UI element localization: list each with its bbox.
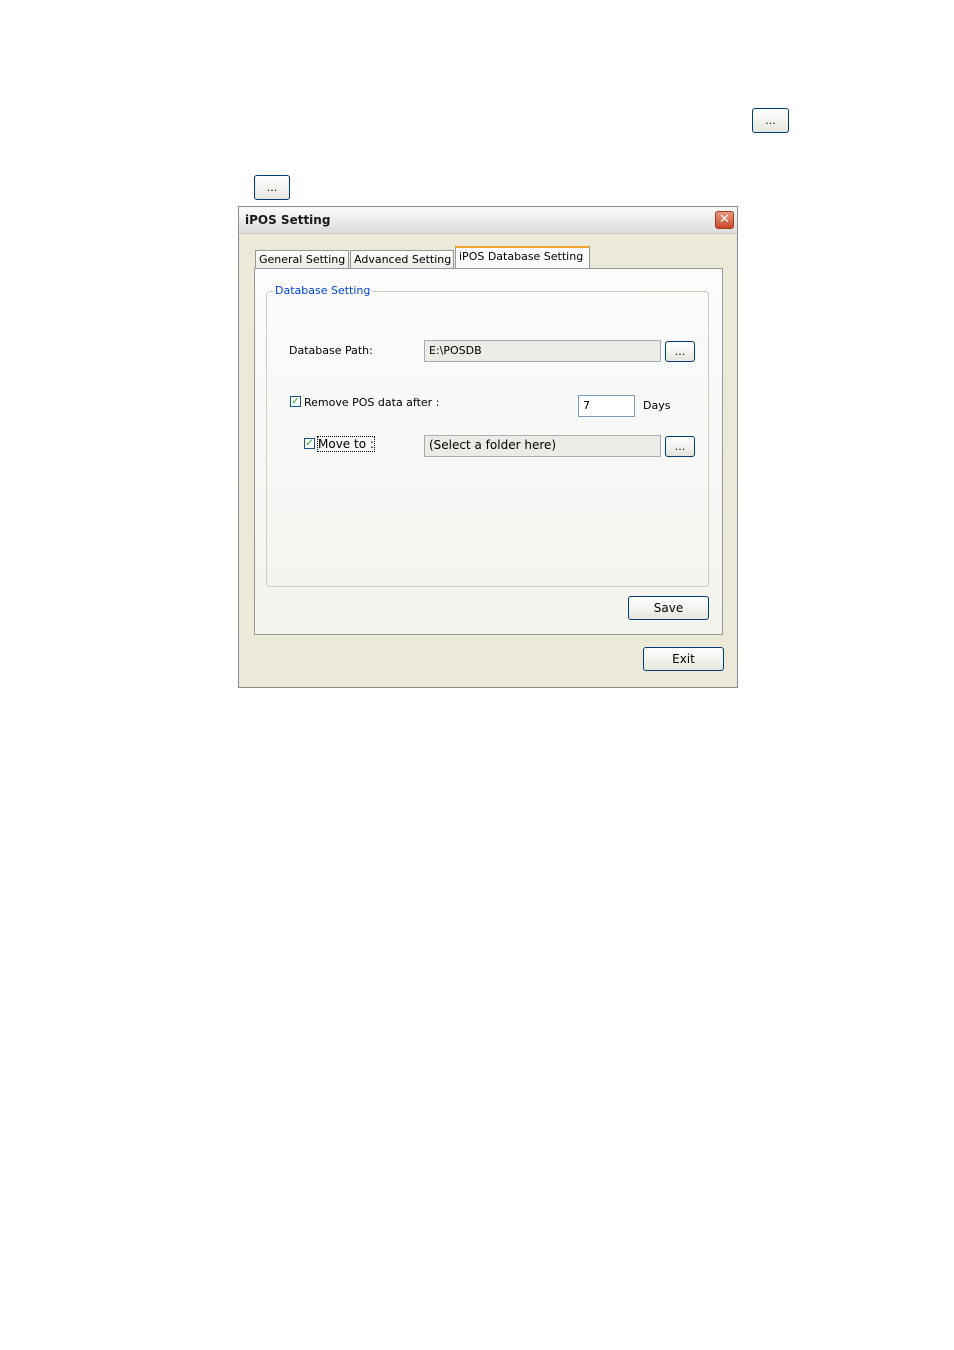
move-to-folder-field[interactable]: (Select a folder here) <box>424 435 661 457</box>
browse-button-inline-1[interactable]: ... <box>752 108 789 133</box>
database-setting-group: Database Setting Database Path: E:\POSDB… <box>266 284 709 587</box>
remove-pos-label: Remove POS data after : <box>304 396 440 409</box>
save-button[interactable]: Save <box>628 596 709 620</box>
group-title: Database Setting <box>273 284 373 297</box>
dialog-title: iPOS Setting <box>245 213 331 227</box>
move-to-label: Move to : <box>317 436 375 452</box>
remove-pos-checkbox[interactable]: ✓ <box>290 396 301 407</box>
tab-advanced-setting[interactable]: Advanced Setting <box>350 250 454 268</box>
exit-button[interactable]: Exit <box>643 647 724 671</box>
days-input[interactable]: 7 <box>578 395 635 417</box>
tab-ipos-database-setting[interactable]: iPOS Database Setting <box>455 246 590 268</box>
days-unit-label: Days <box>643 399 671 412</box>
move-to-browse-button[interactable]: ... <box>665 436 695 457</box>
title-bar: iPOS Setting ✕ <box>239 207 737 234</box>
dialog-client-area: General Setting Advanced Setting iPOS Da… <box>239 234 737 687</box>
ipos-setting-dialog: iPOS Setting ✕ General Setting Advanced … <box>238 206 738 688</box>
database-path-field[interactable]: E:\POSDB <box>424 340 661 362</box>
database-path-browse-button[interactable]: ... <box>665 341 695 362</box>
tab-general-setting[interactable]: General Setting <box>255 250 349 268</box>
database-path-label: Database Path: <box>289 344 373 357</box>
tab-panel-database: Database Setting Database Path: E:\POSDB… <box>254 268 723 635</box>
move-to-checkbox[interactable]: ✓ <box>304 438 315 449</box>
close-icon[interactable]: ✕ <box>715 211 734 229</box>
browse-button-inline-2[interactable]: ... <box>254 175 290 200</box>
